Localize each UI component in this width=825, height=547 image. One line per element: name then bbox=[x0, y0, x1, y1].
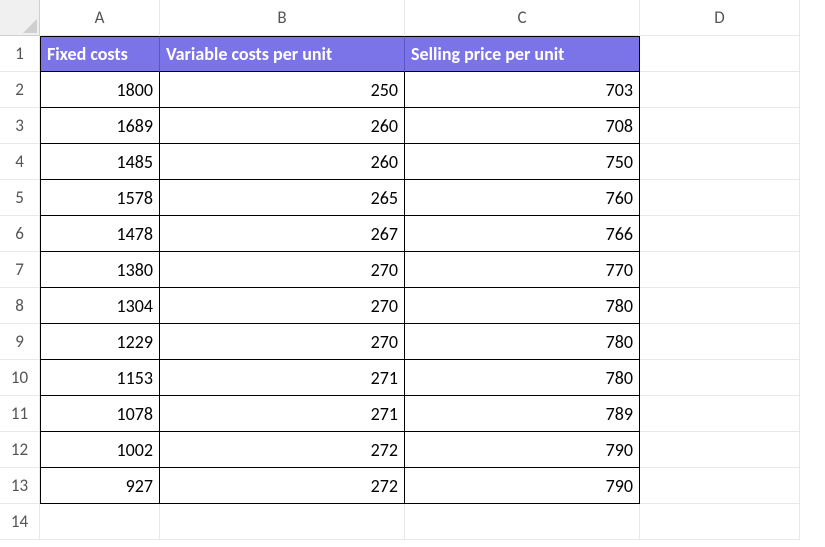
row-header-14[interactable]: 14 bbox=[0, 504, 40, 540]
column-header-c[interactable]: C bbox=[405, 0, 640, 36]
cell-b8[interactable]: 270 bbox=[160, 288, 405, 324]
cell-d4[interactable] bbox=[640, 144, 800, 180]
cell-b10[interactable]: 271 bbox=[160, 360, 405, 396]
cell-d12[interactable] bbox=[640, 432, 800, 468]
row-header-4[interactable]: 4 bbox=[0, 144, 40, 180]
cell-a6[interactable]: 1478 bbox=[40, 216, 160, 252]
cell-c1[interactable]: Selling price per unit bbox=[405, 36, 640, 72]
cell-b5[interactable]: 265 bbox=[160, 180, 405, 216]
cell-c9[interactable]: 780 bbox=[405, 324, 640, 360]
cell-a14[interactable] bbox=[40, 504, 160, 540]
cell-c3[interactable]: 708 bbox=[405, 108, 640, 144]
row-header-5[interactable]: 5 bbox=[0, 180, 40, 216]
cell-b13[interactable]: 272 bbox=[160, 468, 405, 504]
cell-a7[interactable]: 1380 bbox=[40, 252, 160, 288]
cell-d2[interactable] bbox=[640, 72, 800, 108]
row-header-8[interactable]: 8 bbox=[0, 288, 40, 324]
cell-a2[interactable]: 1800 bbox=[40, 72, 160, 108]
cell-d7[interactable] bbox=[640, 252, 800, 288]
cell-b7[interactable]: 270 bbox=[160, 252, 405, 288]
row-header-10[interactable]: 10 bbox=[0, 360, 40, 396]
cell-b3[interactable]: 260 bbox=[160, 108, 405, 144]
cell-d11[interactable] bbox=[640, 396, 800, 432]
cell-a12[interactable]: 1002 bbox=[40, 432, 160, 468]
cell-c6[interactable]: 766 bbox=[405, 216, 640, 252]
cell-d9[interactable] bbox=[640, 324, 800, 360]
row-header-11[interactable]: 11 bbox=[0, 396, 40, 432]
cell-d6[interactable] bbox=[640, 216, 800, 252]
cell-b4[interactable]: 260 bbox=[160, 144, 405, 180]
row-header-13[interactable]: 13 bbox=[0, 468, 40, 504]
cell-d1[interactable] bbox=[640, 36, 800, 72]
cell-a1[interactable]: Fixed costs bbox=[40, 36, 160, 72]
cell-c10[interactable]: 780 bbox=[405, 360, 640, 396]
cell-c2[interactable]: 703 bbox=[405, 72, 640, 108]
cell-d3[interactable] bbox=[640, 108, 800, 144]
cell-c13[interactable]: 790 bbox=[405, 468, 640, 504]
cell-a10[interactable]: 1153 bbox=[40, 360, 160, 396]
cell-b6[interactable]: 267 bbox=[160, 216, 405, 252]
cell-a8[interactable]: 1304 bbox=[40, 288, 160, 324]
row-header-6[interactable]: 6 bbox=[0, 216, 40, 252]
cell-c11[interactable]: 789 bbox=[405, 396, 640, 432]
cell-b2[interactable]: 250 bbox=[160, 72, 405, 108]
column-header-b[interactable]: B bbox=[160, 0, 405, 36]
cell-a13[interactable]: 927 bbox=[40, 468, 160, 504]
cell-b12[interactable]: 272 bbox=[160, 432, 405, 468]
cell-c14[interactable] bbox=[405, 504, 640, 540]
cell-b14[interactable] bbox=[160, 504, 405, 540]
row-header-3[interactable]: 3 bbox=[0, 108, 40, 144]
spreadsheet-grid[interactable]: A B C D 1 Fixed costs Variable costs per… bbox=[0, 0, 825, 540]
cell-d13[interactable] bbox=[640, 468, 800, 504]
row-header-9[interactable]: 9 bbox=[0, 324, 40, 360]
cell-c12[interactable]: 790 bbox=[405, 432, 640, 468]
select-all-triangle-icon bbox=[23, 19, 37, 33]
cell-d10[interactable] bbox=[640, 360, 800, 396]
cell-c5[interactable]: 760 bbox=[405, 180, 640, 216]
cell-d8[interactable] bbox=[640, 288, 800, 324]
cell-a9[interactable]: 1229 bbox=[40, 324, 160, 360]
cell-a11[interactable]: 1078 bbox=[40, 396, 160, 432]
cell-d14[interactable] bbox=[640, 504, 800, 540]
cell-c8[interactable]: 780 bbox=[405, 288, 640, 324]
cell-a3[interactable]: 1689 bbox=[40, 108, 160, 144]
row-header-1[interactable]: 1 bbox=[0, 36, 40, 72]
cell-b1[interactable]: Variable costs per unit bbox=[160, 36, 405, 72]
cell-c7[interactable]: 770 bbox=[405, 252, 640, 288]
cell-c4[interactable]: 750 bbox=[405, 144, 640, 180]
row-header-2[interactable]: 2 bbox=[0, 72, 40, 108]
cell-a5[interactable]: 1578 bbox=[40, 180, 160, 216]
cell-d5[interactable] bbox=[640, 180, 800, 216]
column-header-d[interactable]: D bbox=[640, 0, 800, 36]
row-header-12[interactable]: 12 bbox=[0, 432, 40, 468]
select-all-corner[interactable] bbox=[0, 0, 40, 36]
cell-a4[interactable]: 1485 bbox=[40, 144, 160, 180]
cell-b11[interactable]: 271 bbox=[160, 396, 405, 432]
cell-b9[interactable]: 270 bbox=[160, 324, 405, 360]
row-header-7[interactable]: 7 bbox=[0, 252, 40, 288]
column-header-a[interactable]: A bbox=[40, 0, 160, 36]
